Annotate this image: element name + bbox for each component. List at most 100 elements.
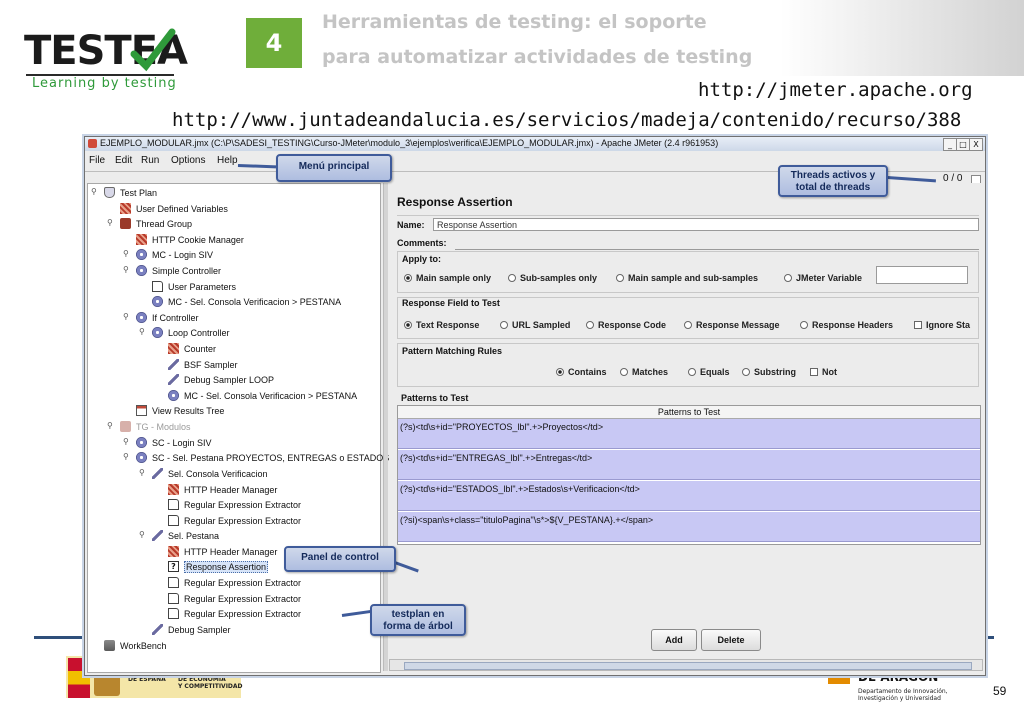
radio-response-code[interactable]: Response Code <box>586 320 666 330</box>
tree-node-response-assertion[interactable]: ? Response Assertion <box>168 560 269 573</box>
pattern-row[interactable]: (?s)<td\s+id="PROYECTOS_lbl".+>Proyectos… <box>398 419 980 449</box>
patterns-label: Patterns to Test <box>401 393 469 403</box>
tree-node-bsf-sampler[interactable]: BSF Sampler <box>168 358 238 371</box>
tree-node-user-defined-variables[interactable]: User Defined Variables <box>120 202 228 215</box>
radio-response-message[interactable]: Response Message <box>684 320 780 330</box>
tree-node-thread-group[interactable]: Thread Group <box>120 217 192 230</box>
menu-run[interactable]: Run <box>141 155 159 166</box>
expand-toggle-icon[interactable]: ⚲ <box>107 218 113 227</box>
tree-node-debug-sampler[interactable]: Debug Sampler <box>152 623 231 636</box>
tree-node-if-controller[interactable]: If Controller <box>136 311 199 324</box>
tree-node-user-parameters[interactable]: User Parameters <box>152 280 236 293</box>
menu-file[interactable]: File <box>89 155 105 166</box>
tree-node-regex-extractor-1[interactable]: Regular Expression Extractor <box>168 498 301 511</box>
jmeter-url[interactable]: http://jmeter.apache.org <box>698 79 973 101</box>
not-checkbox[interactable]: Not <box>810 367 837 377</box>
expand-toggle-icon[interactable]: ⚲ <box>139 468 145 477</box>
radio-icon <box>800 321 808 329</box>
ministry-text-1: DE ESPAÑA <box>128 676 166 683</box>
tree-node-view-results-tree[interactable]: View Results Tree <box>136 404 224 417</box>
tree-node-mc-sel-consola-1[interactable]: MC - Sel. Consola Verificacion > PESTANA <box>152 295 341 308</box>
radio-text-response[interactable]: Text Response <box>404 320 479 330</box>
expand-toggle-icon[interactable]: ⚲ <box>107 421 113 430</box>
tree-node-regex-extractor-5[interactable]: Regular Expression Extractor <box>168 607 301 620</box>
tree-node-http-header-manager-1[interactable]: HTTP Header Manager <box>168 483 277 496</box>
radio-main-sample-only[interactable]: Main sample only <box>404 273 491 283</box>
tree-node-http-header-manager-2[interactable]: HTTP Header Manager <box>168 545 277 558</box>
pattern-row[interactable]: (?s)<td\s+id="ENTREGAS_lbl".+>Entregas</… <box>398 450 980 480</box>
comments-field[interactable] <box>455 236 979 250</box>
radio-substring[interactable]: Substring <box>742 367 796 377</box>
tree-node-loop-controller[interactable]: Loop Controller <box>152 326 230 339</box>
name-field[interactable]: Response Assertion <box>433 218 979 231</box>
tree-node-sc-login-siv[interactable]: SC - Login SIV <box>136 436 212 449</box>
apply-to-label: Apply to: <box>402 254 441 264</box>
tree-node-workbench[interactable]: WorkBench <box>104 639 166 652</box>
radio-jmeter-variable[interactable]: JMeter Variable <box>784 273 862 283</box>
tree-node-sc-sel-pestana[interactable]: SC - Sel. Pestana PROYECTOS, ENTREGAS o … <box>136 451 389 464</box>
tree-node-tg-modulos[interactable]: TG - Modulos <box>120 420 191 433</box>
patterns-table-header: Patterns to Test <box>398 406 980 419</box>
minimize-button[interactable]: _ <box>943 138 957 151</box>
delete-button[interactable]: Delete <box>701 629 761 651</box>
postprocessor-icon <box>168 593 179 604</box>
tree-node-mc-sel-consola-2[interactable]: MC - Sel. Consola Verificacion > PESTANA <box>168 389 357 402</box>
radio-equals[interactable]: Equals <box>688 367 730 377</box>
tree-node-debug-sampler-loop[interactable]: Debug Sampler LOOP <box>168 373 274 386</box>
jmeter-variable-input[interactable] <box>876 266 968 284</box>
thread-group-icon <box>120 421 131 432</box>
tree-node-regex-extractor-2[interactable]: Regular Expression Extractor <box>168 514 301 527</box>
tree-node-regex-extractor-4[interactable]: Regular Expression Extractor <box>168 592 301 605</box>
section-number-badge: 4 <box>246 18 302 68</box>
controller-gear-icon <box>136 437 147 448</box>
add-button[interactable]: Add <box>651 629 697 651</box>
listener-icon <box>136 405 147 416</box>
patterns-table[interactable]: Patterns to Test (?s)<td\s+id="PROYECTOS… <box>397 405 981 545</box>
tree-node-simple-controller[interactable]: Simple Controller <box>136 264 221 277</box>
expand-toggle-icon[interactable]: ⚲ <box>123 265 129 274</box>
tree-node-counter[interactable]: Counter <box>168 342 216 355</box>
expand-toggle-icon[interactable]: ⚲ <box>123 452 129 461</box>
close-button[interactable]: X <box>969 138 983 151</box>
tree-node-http-cookie-manager[interactable]: HTTP Cookie Manager <box>136 233 244 246</box>
tree-node-sel-pestana[interactable]: Sel. Pestana <box>152 529 219 542</box>
split-pane-divider[interactable] <box>383 183 388 671</box>
expand-toggle-icon[interactable]: ⚲ <box>139 327 145 336</box>
radio-main-and-sub-samples[interactable]: Main sample and sub-samples <box>616 273 758 283</box>
config-element-icon <box>168 343 179 354</box>
postprocessor-icon <box>168 515 179 526</box>
radio-contains[interactable]: Contains <box>556 367 607 377</box>
tree-node-sel-consola-verificacion[interactable]: Sel. Consola Verificacion <box>152 467 268 480</box>
pattern-row[interactable]: (?s)<td\s+id="ESTADOS_lbl".+>Estados\s+V… <box>398 481 980 511</box>
checkbox-icon <box>914 321 922 329</box>
horizontal-scrollbar[interactable] <box>389 659 983 671</box>
radio-url-sampled[interactable]: URL Sampled <box>500 320 570 330</box>
control-panel: Response Assertion Name: Response Assert… <box>389 183 983 671</box>
expand-toggle-icon[interactable]: ⚲ <box>91 187 97 196</box>
scrollbar-thumb[interactable] <box>404 662 972 670</box>
menu-options[interactable]: Options <box>171 155 205 166</box>
radio-sub-samples-only[interactable]: Sub-samples only <box>508 273 597 283</box>
ignore-status-checkbox[interactable]: Ignore Sta <box>914 320 970 330</box>
tree-node-test-plan[interactable]: Test Plan <box>104 186 157 199</box>
menu-edit[interactable]: Edit <box>115 155 132 166</box>
maximize-button[interactable]: □ <box>956 138 970 151</box>
expand-toggle-icon[interactable]: ⚲ <box>139 530 145 539</box>
test-plan-tree[interactable]: ⚲ Test Plan User Defined Variables ⚲ Thr… <box>87 183 389 673</box>
madeja-url[interactable]: http://www.juntadeandalucia.es/servicios… <box>172 109 961 131</box>
expand-toggle-icon[interactable]: ⚲ <box>123 312 129 321</box>
radio-icon <box>742 368 750 376</box>
radio-matches[interactable]: Matches <box>620 367 668 377</box>
pattern-row[interactable]: (?si)<span\s+class="tituloPagina"\s*>${V… <box>398 512 980 542</box>
controller-gear-icon <box>136 312 147 323</box>
apply-to-group: Apply to: Main sample only Sub-samples o… <box>397 251 979 293</box>
tree-node-regex-extractor-3[interactable]: Regular Expression Extractor <box>168 576 301 589</box>
callout-testplan-arbol: testplan en forma de árbol <box>370 604 466 636</box>
menu-help[interactable]: Help <box>217 155 238 166</box>
tree-node-mc-login-siv[interactable]: MC - Login SIV <box>136 248 213 261</box>
expand-toggle-icon[interactable]: ⚲ <box>123 437 129 446</box>
postprocessor-icon <box>168 608 179 619</box>
name-label: Name: <box>397 220 425 230</box>
radio-response-headers[interactable]: Response Headers <box>800 320 893 330</box>
expand-toggle-icon[interactable]: ⚲ <box>123 249 129 258</box>
